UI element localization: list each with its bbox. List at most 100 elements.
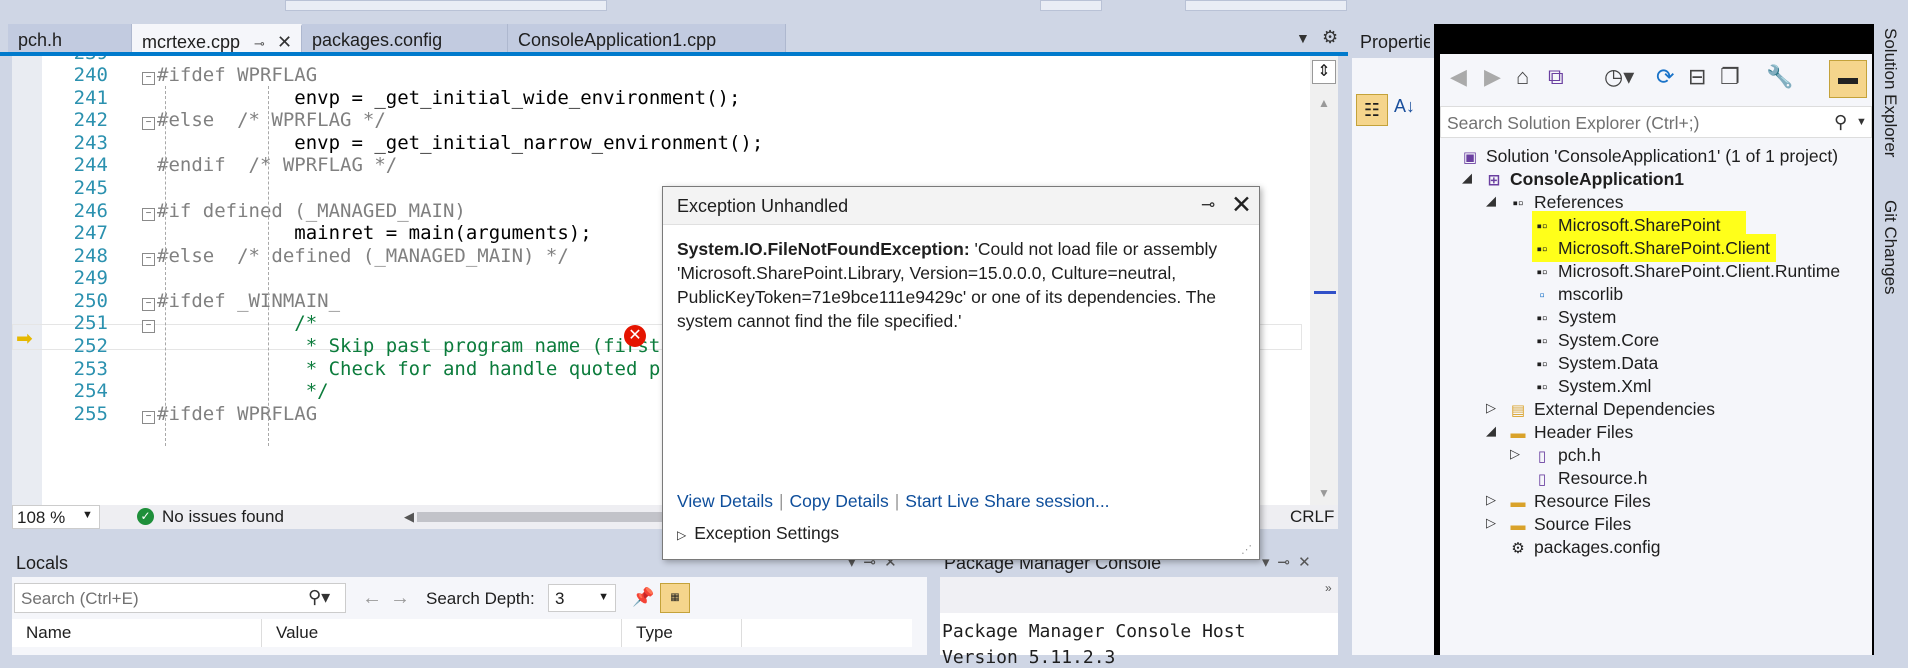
chevron-down-icon[interactable]: ▼ <box>1856 116 1867 128</box>
fold-collapse-icon[interactable]: − <box>142 253 155 266</box>
search-icon[interactable]: ⚲ <box>1834 112 1847 133</box>
side-tab-solution-explorer[interactable]: Solution Explorer <box>1880 28 1900 157</box>
fold-collapse-icon[interactable]: − <box>142 298 155 311</box>
tab-pch-h[interactable]: pch.h <box>8 24 132 54</box>
tree-node-packages-config[interactable]: ⚙ packages.config <box>1508 533 1660 561</box>
dock-icon[interactable]: ▬ <box>1829 60 1867 98</box>
issues-status[interactable]: No issues found <box>162 507 284 527</box>
panel-window-buttons[interactable]: ▾⊸✕ <box>1262 553 1319 571</box>
categorized-icon[interactable]: ☷ <box>1356 94 1388 126</box>
panel-title: Locals <box>16 553 69 573</box>
tab-consoleapplication1-cpp[interactable]: ConsoleApplication1.cpp <box>508 24 786 54</box>
properties-panel: Properties ☷ A↓ <box>1352 24 1434 655</box>
code-text: #ifdef _WINMAIN_ <box>157 290 341 312</box>
config-file-icon: ⚙ <box>1511 540 1525 557</box>
exception-message: System.IO.FileNotFoundException: 'Could … <box>677 237 1247 333</box>
fold-collapse-icon[interactable]: − <box>142 320 155 333</box>
alphabetical-sort-icon[interactable]: A↓ <box>1394 96 1415 117</box>
collapse-all-icon[interactable]: ⊟ <box>1688 64 1706 90</box>
editor-vertical-scrollbar[interactable] <box>1310 56 1338 505</box>
collapsed-icon[interactable]: ▷ <box>1486 515 1500 531</box>
split-editor-icon[interactable]: ⇕ <box>1312 60 1336 84</box>
scroll-down-icon[interactable]: ▼ <box>1318 486 1330 500</box>
tree-node-label: Microsoft.SharePoint.Client <box>1558 238 1771 258</box>
solution-search-input[interactable]: Search Solution Explorer (Ctrl+;) <box>1440 106 1872 138</box>
exception-links: View Details | Copy Details | Start Live Sha… <box>677 491 1110 512</box>
expanded-icon[interactable]: ◢ <box>1486 423 1500 439</box>
expanded-icon[interactable]: ◢ <box>1462 170 1476 186</box>
expanded-icon[interactable]: ◢ <box>1486 193 1500 209</box>
line-number: 243 <box>73 132 108 154</box>
scroll-up-icon[interactable]: ▲ <box>1318 96 1330 110</box>
tab-mcrtexe-cpp[interactable]: mcrtexe.cpp ⊸ ✕ <box>132 24 302 54</box>
chevron-right-icon[interactable]: » <box>1325 581 1332 595</box>
collapsed-icon[interactable]: ▷ <box>1486 400 1500 416</box>
show-all-files-icon[interactable]: ❐ <box>1720 64 1740 90</box>
line-number: 245 <box>73 177 108 199</box>
indent-guide <box>268 86 269 446</box>
resize-grip-icon[interactable]: ⋰ <box>1241 543 1252 556</box>
search-depth-dropdown[interactable]: 3 ▼ <box>548 584 616 612</box>
locals-panel: Locals ▾⊸✕ Search (Ctrl+E) ⚲▾ ←→ Search … <box>12 549 927 655</box>
exception-settings-expander[interactable]: ▷ Exception Settings <box>677 523 839 544</box>
tab-label: packages.config <box>312 30 443 50</box>
pin-icon[interactable]: ⊸ <box>254 36 265 51</box>
column-header-type[interactable]: Type <box>622 619 742 647</box>
collapsed-icon[interactable]: ▷ <box>1510 446 1524 462</box>
switch-view-icon[interactable]: ⧉ <box>1548 64 1564 90</box>
line-number: 249 <box>73 267 108 289</box>
tree-node-label: System <box>1558 307 1617 327</box>
collapsed-icon[interactable]: ▷ <box>1486 492 1500 508</box>
fold-collapse-icon[interactable]: − <box>142 72 155 85</box>
column-header-value[interactable]: Value <box>262 619 622 647</box>
horizontal-scroll-thumb[interactable] <box>417 512 667 522</box>
scroll-left-icon[interactable]: ◀ <box>404 509 414 525</box>
filter-pin-icon[interactable]: 📌 <box>632 587 654 608</box>
top-strip <box>0 0 1908 14</box>
fold-collapse-icon[interactable]: − <box>142 411 155 424</box>
code-text: mainret = main(arguments); <box>157 222 592 244</box>
error-icon[interactable]: ✕ <box>624 325 646 347</box>
search-icon[interactable]: ⚲▾ <box>308 587 330 608</box>
close-icon[interactable]: ✕ <box>1231 190 1252 220</box>
tab-packages-config[interactable]: packages.config <box>302 24 508 54</box>
fold-collapse-icon[interactable]: − <box>142 117 155 130</box>
locals-search-input[interactable]: Search (Ctrl+E) <box>14 583 346 613</box>
sync-icon[interactable]: ⟳ <box>1656 64 1674 90</box>
forward-icon[interactable]: ▶ <box>1484 64 1501 90</box>
home-icon[interactable]: ⌂ <box>1516 64 1529 90</box>
project-icon: ⊞ <box>1487 172 1501 189</box>
scroll-position-marker <box>1314 291 1336 294</box>
copy-details-link[interactable]: Copy Details <box>790 491 889 511</box>
view-toggle-icon[interactable]: ▦ <box>660 583 690 613</box>
line-number: 255 <box>73 403 108 425</box>
code-text: /* <box>157 312 318 334</box>
tab-dropdown-icon[interactable]: ▼ <box>1296 30 1310 46</box>
wrench-icon[interactable]: 🔧 <box>1766 64 1793 90</box>
line-number: 247 <box>73 222 108 244</box>
code-text: #if defined (_MANAGED_MAIN) <box>157 200 466 222</box>
gear-icon[interactable]: ⚙ <box>1322 27 1338 48</box>
code-text: #else /* WPRFLAG */ <box>157 109 386 131</box>
pin-icon[interactable]: ⊸ <box>1201 195 1215 215</box>
search-navigation-icons[interactable]: ←→ <box>362 587 418 610</box>
line-number: 250 <box>73 290 108 312</box>
tree-node-label: Resource Files <box>1534 491 1651 511</box>
tree-node-label: System.Data <box>1558 353 1659 373</box>
references-icon: ▪▫ <box>1512 195 1524 212</box>
console-output-line: Package Manager Console Host <box>942 621 1246 642</box>
column-header-name[interactable]: Name <box>12 619 262 647</box>
view-details-link[interactable]: View Details <box>677 491 773 511</box>
dialog-title: Exception Unhandled <box>677 196 849 216</box>
side-tab-git-changes[interactable]: Git Changes <box>1880 200 1900 295</box>
code-text: #ifdef WPRFLAG <box>157 403 318 425</box>
line-ending-indicator[interactable]: CRLF <box>1290 507 1334 527</box>
pending-changes-icon[interactable]: ◷▾ <box>1604 64 1634 90</box>
fold-collapse-icon[interactable]: − <box>142 208 155 221</box>
locals-column-headers: Name Value Type <box>12 619 912 647</box>
back-icon[interactable]: ◀ <box>1450 64 1467 90</box>
line-number: 239 <box>42 56 108 64</box>
live-share-link[interactable]: Start Live Share session... <box>905 491 1109 511</box>
close-icon[interactable]: ✕ <box>277 32 292 52</box>
chevron-down-icon[interactable]: ▼ <box>82 509 93 521</box>
